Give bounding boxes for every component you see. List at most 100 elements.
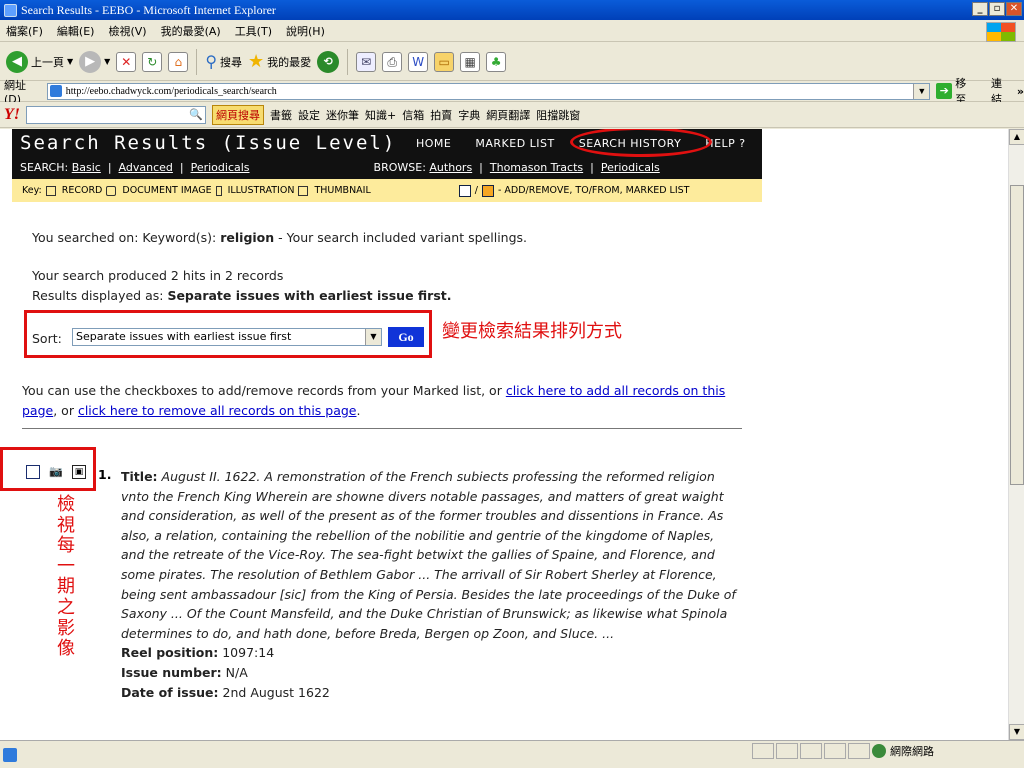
stop-icon[interactable]: ✕ [116, 51, 137, 72]
print-icon[interactable]: ⎙ [382, 51, 403, 72]
settings-button[interactable]: 設定 [298, 107, 320, 123]
window-controls: _ ▫ ✕ [972, 2, 1022, 16]
searched-on-suffix: - Your search included variant spellings… [274, 230, 528, 245]
displayed-as-text: Results displayed as: Separate issues wi… [32, 288, 452, 303]
maximize-button[interactable]: ▫ [989, 2, 1005, 16]
status-bar: 網際網路 [0, 740, 1024, 768]
illustration-icon [215, 185, 222, 196]
page-icon [49, 85, 62, 97]
auction-button[interactable]: 拍賣 [430, 107, 452, 123]
scroll-down-icon[interactable]: ▼ [1009, 724, 1024, 740]
knowledge-button[interactable]: 知識+ [365, 107, 396, 123]
menu-tools[interactable]: 工具(T) [235, 23, 272, 39]
browse-periodicals-link[interactable]: Periodicals [601, 161, 660, 174]
search-label: 搜尋 [220, 55, 243, 69]
yahoo-logo-icon[interactable]: Y! [4, 106, 20, 124]
status-panes [752, 743, 870, 759]
address-bar: 網址(D) http://eebo.chadwyck.com/periodica… [0, 77, 1024, 106]
checkbox-checked-icon [481, 184, 494, 197]
vertical-scrollbar[interactable]: ▲ ▼ [1008, 129, 1024, 740]
dictionary-button[interactable]: 字典 [458, 107, 480, 123]
displayed-prefix: Results displayed as: [32, 288, 168, 303]
status-pane [776, 743, 798, 759]
camera-icon[interactable]: 📷 [49, 465, 63, 479]
window-title: Search Results - EEBO - Microsoft Intern… [21, 2, 276, 17]
url-input[interactable]: http://eebo.chadwyck.com/periodicals_sea… [46, 82, 931, 100]
remove-all-records-link[interactable]: click here to remove all records on this… [78, 403, 357, 418]
menu-edit[interactable]: 編輯(E) [57, 23, 95, 39]
go-arrow-icon: ➔ [936, 83, 953, 99]
yahoo-search-input[interactable]: 🔍 [26, 105, 206, 124]
search-button[interactable]: ⚲ 搜尋 [205, 52, 242, 71]
mark-record-checkbox[interactable] [26, 465, 40, 479]
popup-blocker-button[interactable]: 阻擋跳窗 [536, 107, 580, 123]
home-icon[interactable]: ⌂ [168, 51, 189, 72]
mini-pen-button[interactable]: 迷你筆 [326, 107, 359, 123]
search-browse-row: SEARCH: Basic | Advanced | Periodicals B… [20, 161, 660, 174]
sort-label: Sort: [32, 331, 62, 346]
toolbar-divider [196, 48, 198, 75]
forward-button[interactable]: ▶ ▼ [79, 50, 110, 73]
nav-marked-list[interactable]: MARKED LIST [475, 137, 554, 150]
ie-icon [4, 3, 17, 17]
key-label: Key: [22, 185, 42, 196]
record-date: Date of issue: 2nd August 1622 [121, 683, 741, 703]
checkbox-instructions: You can use the checkboxes to add/remove… [22, 381, 742, 420]
menu-file[interactable]: 檔案(F) [6, 23, 43, 39]
menu-bar: 檔案(F) 編輯(E) 檢視(V) 我的最愛(A) 工具(T) 說明(H) [0, 20, 1024, 42]
back-arrow-icon: ◀ [6, 50, 28, 73]
status-pane [752, 743, 774, 759]
discuss-icon[interactable]: ▭ [434, 51, 455, 72]
scroll-thumb[interactable] [1010, 185, 1024, 485]
record-reel: Reel position: 1097:14 [121, 643, 741, 663]
title-text[interactable]: August II. 1622. A remonstration of the … [121, 469, 736, 641]
mail-icon[interactable]: ✉ [356, 51, 377, 72]
nav-home[interactable]: HOME [416, 137, 451, 150]
thumbnail-icon [298, 185, 309, 196]
chevron-down-icon[interactable]: ▼ [913, 83, 930, 99]
status-pane [848, 743, 870, 759]
date-value: 2nd August 1622 [222, 684, 330, 700]
key-marked-list-text: - ADD/REMOVE, TO/FROM, MARKED LIST [497, 185, 690, 196]
web-search-button[interactable]: 網頁搜尋 [212, 104, 264, 125]
browse-thomason-link[interactable]: Thomason Tracts [490, 161, 583, 174]
research-icon[interactable]: ♣ [486, 51, 507, 72]
search-periodicals-link[interactable]: Periodicals [191, 161, 250, 174]
search-icon: 🔍 [189, 107, 203, 121]
favorites-button[interactable]: ★ 我的最愛 [248, 51, 311, 72]
messenger-icon[interactable]: ▦ [460, 51, 481, 72]
page-title: Search Results (Issue Level) [20, 132, 397, 154]
thumbnail-icon[interactable]: ▣ [72, 465, 86, 479]
refresh-icon[interactable]: ↻ [142, 51, 163, 72]
divider [22, 428, 742, 429]
site-header: Search Results (Issue Level) HOME MARKED… [12, 129, 762, 179]
search-advanced-link[interactable]: Advanced [119, 161, 173, 174]
translate-button[interactable]: 網頁翻譯 [486, 107, 530, 123]
browse-authors-link[interactable]: Authors [429, 161, 472, 174]
search-history-highlight [570, 129, 712, 157]
url-text: http://eebo.chadwyck.com/periodicals_sea… [65, 85, 277, 97]
menu-view[interactable]: 檢視(V) [108, 23, 146, 39]
sort-annotation: 變更檢索結果排列方式 [442, 321, 622, 341]
security-zone: 網際網路 [872, 743, 934, 759]
menu-help[interactable]: 說明(H) [286, 23, 325, 39]
close-button[interactable]: ✕ [1006, 2, 1022, 16]
key-thumbnail: THUMBNAIL [314, 185, 371, 196]
menu-favorites[interactable]: 我的最愛(A) [161, 23, 221, 39]
edit-icon[interactable]: W [408, 51, 429, 72]
chevron-down-icon[interactable]: ▼ [365, 329, 381, 345]
chevron-right-icon[interactable]: » [1017, 85, 1024, 98]
history-icon[interactable]: ⟲ [317, 50, 340, 73]
minimize-button[interactable]: _ [972, 2, 988, 16]
reel-value: 1097:14 [222, 645, 275, 661]
favorites-label: 我的最愛 [267, 55, 312, 69]
windows-logo-icon [986, 22, 1016, 42]
search-basic-link[interactable]: Basic [72, 161, 101, 174]
scroll-up-icon[interactable]: ▲ [1009, 129, 1024, 145]
bookmarks-button[interactable]: 書籤 [270, 107, 292, 123]
sort-select[interactable]: Separate issues with earliest issue firs… [72, 328, 382, 346]
sort-go-button[interactable]: Go [388, 327, 424, 347]
back-button[interactable]: ◀ 上一頁 ▼ [6, 50, 73, 73]
browse-label: BROWSE: [373, 161, 426, 174]
mail-button[interactable]: 信箱 [402, 107, 424, 123]
